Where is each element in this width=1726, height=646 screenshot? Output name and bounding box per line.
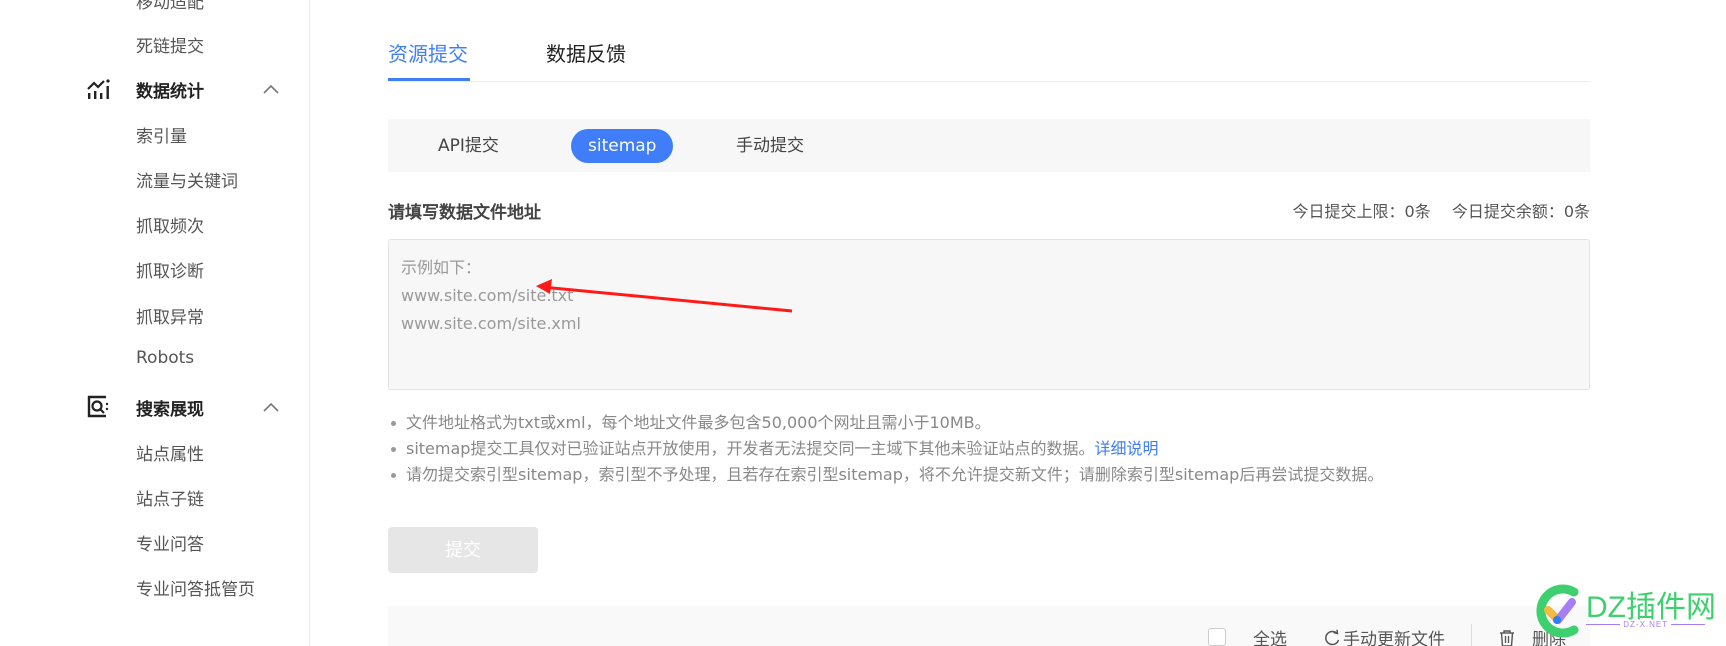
sidebar-group-label: 搜索展现 xyxy=(136,399,204,420)
sidebar-item-pro-qa[interactable]: 专业问答 xyxy=(136,530,204,555)
watermark-logo-icon xyxy=(1536,584,1579,638)
sidebar-group-label: 数据统计 xyxy=(136,81,204,102)
sidebar-item-dead-link[interactable]: 死链提交 xyxy=(136,32,204,57)
select-all-label[interactable]: 全选 xyxy=(1253,625,1287,646)
subtab-manual[interactable]: 手动提交 xyxy=(736,129,804,163)
sidebar-item-index[interactable]: 索引量 xyxy=(136,122,187,147)
chart-icon xyxy=(86,77,110,101)
note-item: 请勿提交索引型sitemap，索引型不予处理，且若存在索引型sitemap，将不… xyxy=(388,462,1590,488)
tab-resource-submit[interactable]: 资源提交 xyxy=(388,38,468,67)
help-notes: 文件地址格式为txt或xml，每个地址文件最多包含50,000个网址且需小于10… xyxy=(388,410,1590,488)
note-item: sitemap提交工具仅对已验证站点开放使用，开发者无法提交同一主域下其他未验证… xyxy=(388,436,1590,462)
chevron-up-icon[interactable] xyxy=(262,398,280,416)
chevron-up-icon[interactable] xyxy=(262,80,280,98)
trash-icon xyxy=(1500,629,1514,646)
sidebar-item-site-attributes[interactable]: 站点属性 xyxy=(136,440,204,465)
refresh-files-button[interactable]: 手动更新文件 xyxy=(1323,625,1445,646)
note-item: 文件地址格式为txt或xml，每个地址文件最多包含50,000个网址且需小于10… xyxy=(388,410,1590,436)
tab-data-feedback[interactable]: 数据反馈 xyxy=(546,38,626,67)
search-display-icon xyxy=(86,395,110,419)
refresh-label: 手动更新文件 xyxy=(1343,630,1445,646)
arrow-icon xyxy=(536,279,793,313)
watermark-logo: DZ插件网 DZ-X.NET xyxy=(1530,580,1726,646)
quota-limit: 今日提交上限：0条 xyxy=(1292,202,1431,221)
sidebar-item-robots[interactable]: Robots xyxy=(136,348,194,368)
quota-info: 今日提交上限：0条 今日提交余额：0条 xyxy=(1277,198,1590,222)
sidebar-group-data-stats[interactable]: 数据统计 xyxy=(86,74,286,104)
sidebar-item-site-sublinks[interactable]: 站点子链 xyxy=(136,485,204,510)
note-text: 文件地址格式为txt或xml，每个地址文件最多包含50,000个网址且需小于10… xyxy=(406,413,991,432)
file-list-toolbar: 全选 手动更新文件 删除 xyxy=(388,606,1590,646)
page: 移动适配 死链提交 数据统计 索引量 流量与关键词 抓取频次 抓取诊断 抓取异常… xyxy=(0,0,1726,646)
watermark-subtitle: DZ-X.NET xyxy=(1586,620,1706,629)
subtab-sitemap[interactable]: sitemap xyxy=(571,129,674,163)
watermark-subtitle-text: DZ-X.NET xyxy=(1623,620,1668,629)
main-content: 资源提交 数据反馈 API提交 sitemap 手动提交 请填写数据文件地址 今… xyxy=(388,0,1590,646)
sidebar: 移动适配 死链提交 数据统计 索引量 流量与关键词 抓取频次 抓取诊断 抓取异常… xyxy=(0,0,310,646)
sidebar-item-pro-qa-landing[interactable]: 专业问答抵管页 xyxy=(136,575,255,600)
note-text: sitemap提交工具仅对已验证站点开放使用，开发者无法提交同一主域下其他未验证… xyxy=(406,439,1095,458)
toolbar-divider xyxy=(1471,624,1472,646)
top-tabs: 资源提交 数据反馈 xyxy=(388,30,1590,82)
subtab-api[interactable]: API提交 xyxy=(438,129,499,163)
form-label: 请填写数据文件地址 xyxy=(388,203,541,223)
submit-button[interactable]: 提交 xyxy=(388,527,538,573)
active-tab-indicator xyxy=(388,78,470,81)
select-all-checkbox[interactable] xyxy=(1208,628,1226,646)
sidebar-item-crawl-errors[interactable]: 抓取异常 xyxy=(136,303,204,328)
sidebar-group-search-display[interactable]: 搜索展现 xyxy=(86,392,286,422)
details-link[interactable]: 详细说明 xyxy=(1094,439,1158,458)
sidebar-item-mobile-adapt[interactable]: 移动适配 xyxy=(136,0,204,13)
refresh-icon xyxy=(1325,629,1340,645)
note-text: 请勿提交索引型sitemap，索引型不予处理，且若存在索引型sitemap，将不… xyxy=(406,465,1384,484)
submit-method-tabs: API提交 sitemap 手动提交 xyxy=(388,119,1590,172)
quota-remaining: 今日提交余额：0条 xyxy=(1451,202,1590,221)
sidebar-item-traffic-keywords[interactable]: 流量与关键词 xyxy=(136,167,238,192)
sidebar-item-crawl-diagnosis[interactable]: 抓取诊断 xyxy=(136,257,204,282)
sidebar-item-crawl-frequency[interactable]: 抓取频次 xyxy=(136,212,204,237)
